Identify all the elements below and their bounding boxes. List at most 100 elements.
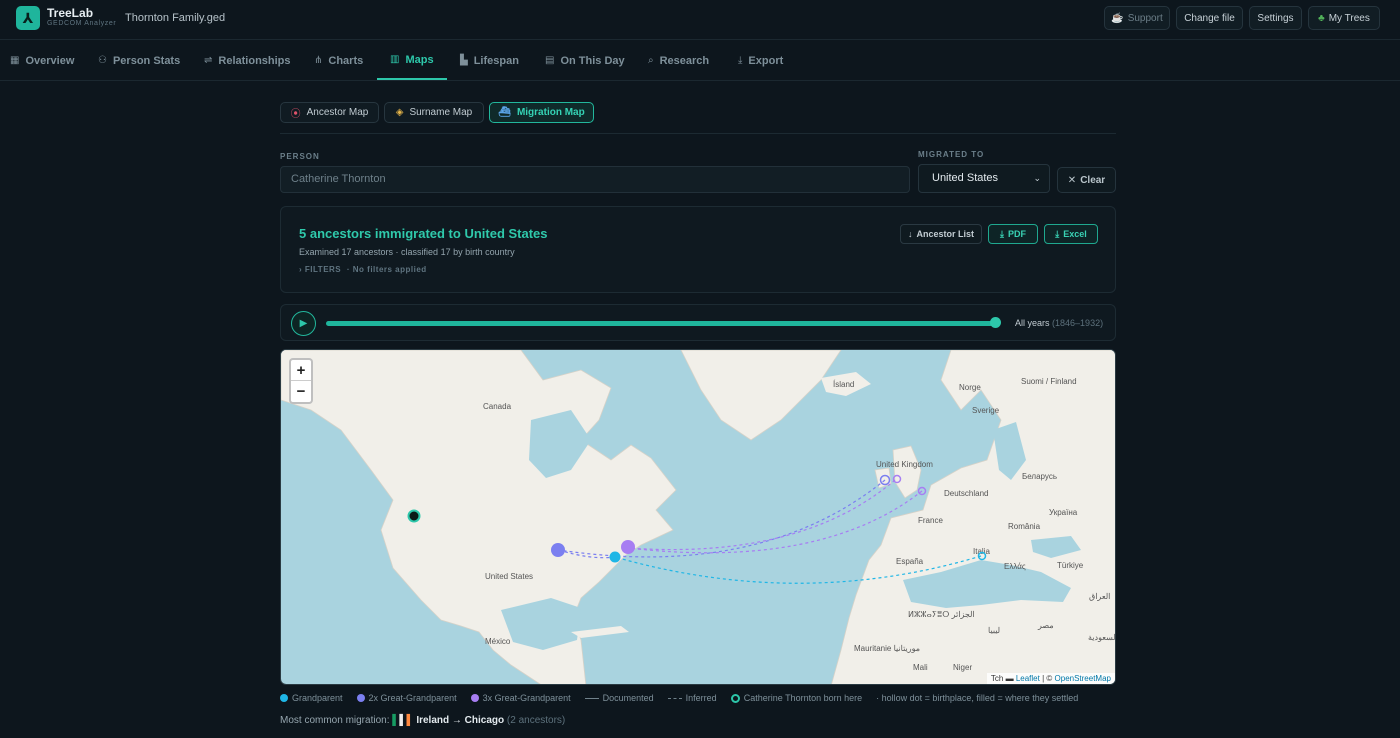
- timeline-slider[interactable]: [326, 321, 996, 326]
- marker-new-york-grandparent[interactable]: [609, 551, 621, 563]
- main-tabs: ▦ Overview ⚇ Person Stats ⇌ Relationship…: [0, 41, 1400, 81]
- tab-person-stats[interactable]: ⚇ Person Stats: [98, 41, 180, 80]
- calendar-icon: ▤: [545, 55, 555, 66]
- app-logo-icon: ⅄: [16, 6, 40, 30]
- person-input[interactable]: Catherine Thornton: [280, 166, 910, 193]
- ring-icon: [730, 693, 740, 703]
- grandparent-dot-icon: [280, 694, 288, 702]
- legend-great2: 2x Great-Grandparent: [356, 693, 457, 703]
- download-icon: ⤓: [1000, 228, 1004, 239]
- timeline-handle[interactable]: [990, 317, 1001, 328]
- surname-map-tab[interactable]: ◈ Surname Map: [384, 102, 484, 123]
- close-icon: ✕: [1067, 174, 1077, 186]
- flag-icon: ▬: [1005, 674, 1014, 683]
- bar-chart-icon: ▙: [460, 55, 468, 66]
- label-ukraine: Україна: [1049, 508, 1078, 517]
- ireland-flag-icon: ▌▌▌: [392, 715, 414, 726]
- label-italy: Italia: [973, 547, 990, 556]
- zoom-out-button[interactable]: −: [291, 381, 311, 402]
- label-spain: España: [896, 557, 924, 566]
- label-iraq: العراق: [1089, 592, 1110, 601]
- label-sweden: Sverige: [972, 406, 1000, 415]
- timeline-fill: [326, 321, 996, 326]
- excel-button[interactable]: ⤓ Excel: [1044, 224, 1098, 244]
- label-finland: Suomi / Finland: [1021, 377, 1077, 386]
- summary-subtitle: Examined 17 ancestors · classified 17 by…: [299, 247, 515, 257]
- label-saudi-arabia: السعودية: [1088, 633, 1116, 642]
- zoom-control: + −: [289, 358, 313, 404]
- marker-west-coast-born-here[interactable]: [407, 509, 421, 523]
- person-label: PERSON: [280, 152, 320, 161]
- tab-on-this-day[interactable]: ▤ On This Day: [545, 41, 625, 80]
- support-button[interactable]: ☕ Support: [1104, 6, 1170, 30]
- filters-toggle[interactable]: › FILTERS · No filters applied: [299, 265, 427, 274]
- change-file-button[interactable]: Change file: [1176, 6, 1243, 30]
- migrated-to-select[interactable]: United States ⌄: [918, 164, 1050, 193]
- label-united-states: United States: [485, 572, 533, 581]
- label-mali: Mali: [913, 663, 928, 672]
- settings-button[interactable]: Settings: [1249, 6, 1302, 30]
- pdf-button[interactable]: ⤓ PDF: [988, 224, 1038, 244]
- ancestor-list-button[interactable]: ↓ Ancestor List: [900, 224, 982, 244]
- ancestor-map-tab[interactable]: ⦿ Ancestor Map: [280, 102, 379, 123]
- leaflet-link[interactable]: Leaflet: [1016, 674, 1040, 683]
- map-attribution: Tch ▬ Leaflet | © OpenStreetMap: [986, 673, 1115, 684]
- my-trees-button[interactable]: ♣ My Trees: [1308, 6, 1380, 30]
- label-mexico: México: [485, 637, 511, 646]
- label-greece: Ελλάς: [1004, 562, 1026, 571]
- marker-chicago[interactable]: [551, 543, 565, 557]
- label-belarus: Беларусь: [1022, 472, 1057, 481]
- chevron-down-icon: ⌄: [1033, 173, 1041, 183]
- section-divider: [280, 133, 1116, 134]
- download-icon: ⤓: [738, 55, 743, 66]
- download-icon: ↓: [907, 229, 913, 239]
- label-mauritania: Mauritanie موريتانيا: [854, 644, 920, 653]
- label-algeria: ⵍⵣⵣⴰⵢⴻⵔ الجزائر: [908, 610, 975, 619]
- link-icon: ⇌: [204, 55, 213, 66]
- legend-great3: 3x Great-Grandparent: [470, 693, 571, 703]
- tab-research[interactable]: ⌕ Research: [648, 41, 709, 80]
- app-name: TreeLab: [47, 6, 94, 20]
- map-icon: ▥: [390, 54, 400, 65]
- clear-button[interactable]: ✕ Clear: [1057, 167, 1116, 193]
- osm-link[interactable]: OpenStreetMap: [1055, 674, 1111, 683]
- search-icon: ⌕: [648, 55, 654, 66]
- migration-map[interactable]: Canada United States México Ísland Norge…: [280, 349, 1116, 685]
- solid-line-icon: [584, 697, 599, 699]
- tab-charts[interactable]: ⋔ Charts: [314, 41, 363, 80]
- pin-icon: ⦿: [290, 109, 301, 120]
- label-turkey: Türkiye: [1057, 561, 1084, 570]
- label-iceland: Ísland: [833, 380, 854, 389]
- summary-card: 5 ancestors immigrated to United States …: [280, 206, 1116, 293]
- label-libya: ليبيا: [988, 626, 1000, 635]
- migrated-to-label: MIGRATED TO: [918, 150, 985, 159]
- person-icon: ⚇: [98, 55, 107, 66]
- tab-overview[interactable]: ▦ Overview: [10, 41, 74, 80]
- play-button[interactable]: ▶: [291, 311, 316, 336]
- tab-maps[interactable]: ▥ Maps: [377, 41, 447, 80]
- timeline-bar: ▶ All years (1846–1932): [280, 304, 1116, 341]
- legend-inferred: Inferred: [667, 693, 717, 703]
- tag-icon: ◈: [395, 107, 404, 118]
- marker-east-coast-great3[interactable]: [621, 540, 635, 554]
- chevron-right-icon: ›: [299, 265, 303, 274]
- app-subtitle: GEDCOM Analyzer: [47, 20, 117, 27]
- label-niger: Niger: [953, 663, 972, 672]
- great2-dot-icon: [356, 694, 365, 702]
- migration-map-tab[interactable]: ⛴ Migration Map: [489, 102, 594, 123]
- label-france: France: [918, 516, 943, 525]
- coffee-icon: ☕: [1111, 12, 1124, 24]
- summary-title: 5 ancestors immigrated to United States: [299, 226, 548, 241]
- label-romania: România: [1008, 522, 1041, 531]
- map-legend: Grandparent 2x Great-Grandparent 3x Grea…: [280, 692, 1092, 704]
- legend-note: · hollow dot = birthplace, filled = wher…: [876, 693, 1079, 703]
- grid-icon: ▦: [10, 55, 20, 66]
- label-norway: Norge: [959, 383, 981, 392]
- tab-export[interactable]: ⤓ Export: [738, 41, 783, 80]
- file-name: Thornton Family.ged: [125, 12, 226, 24]
- timeline-label: All years (1846–1932): [1015, 318, 1104, 328]
- tab-lifespan[interactable]: ▙ Lifespan: [460, 41, 519, 80]
- tab-relationships[interactable]: ⇌ Relationships: [204, 41, 291, 80]
- tree-icon: ⋔: [314, 55, 323, 66]
- zoom-in-button[interactable]: +: [291, 360, 311, 381]
